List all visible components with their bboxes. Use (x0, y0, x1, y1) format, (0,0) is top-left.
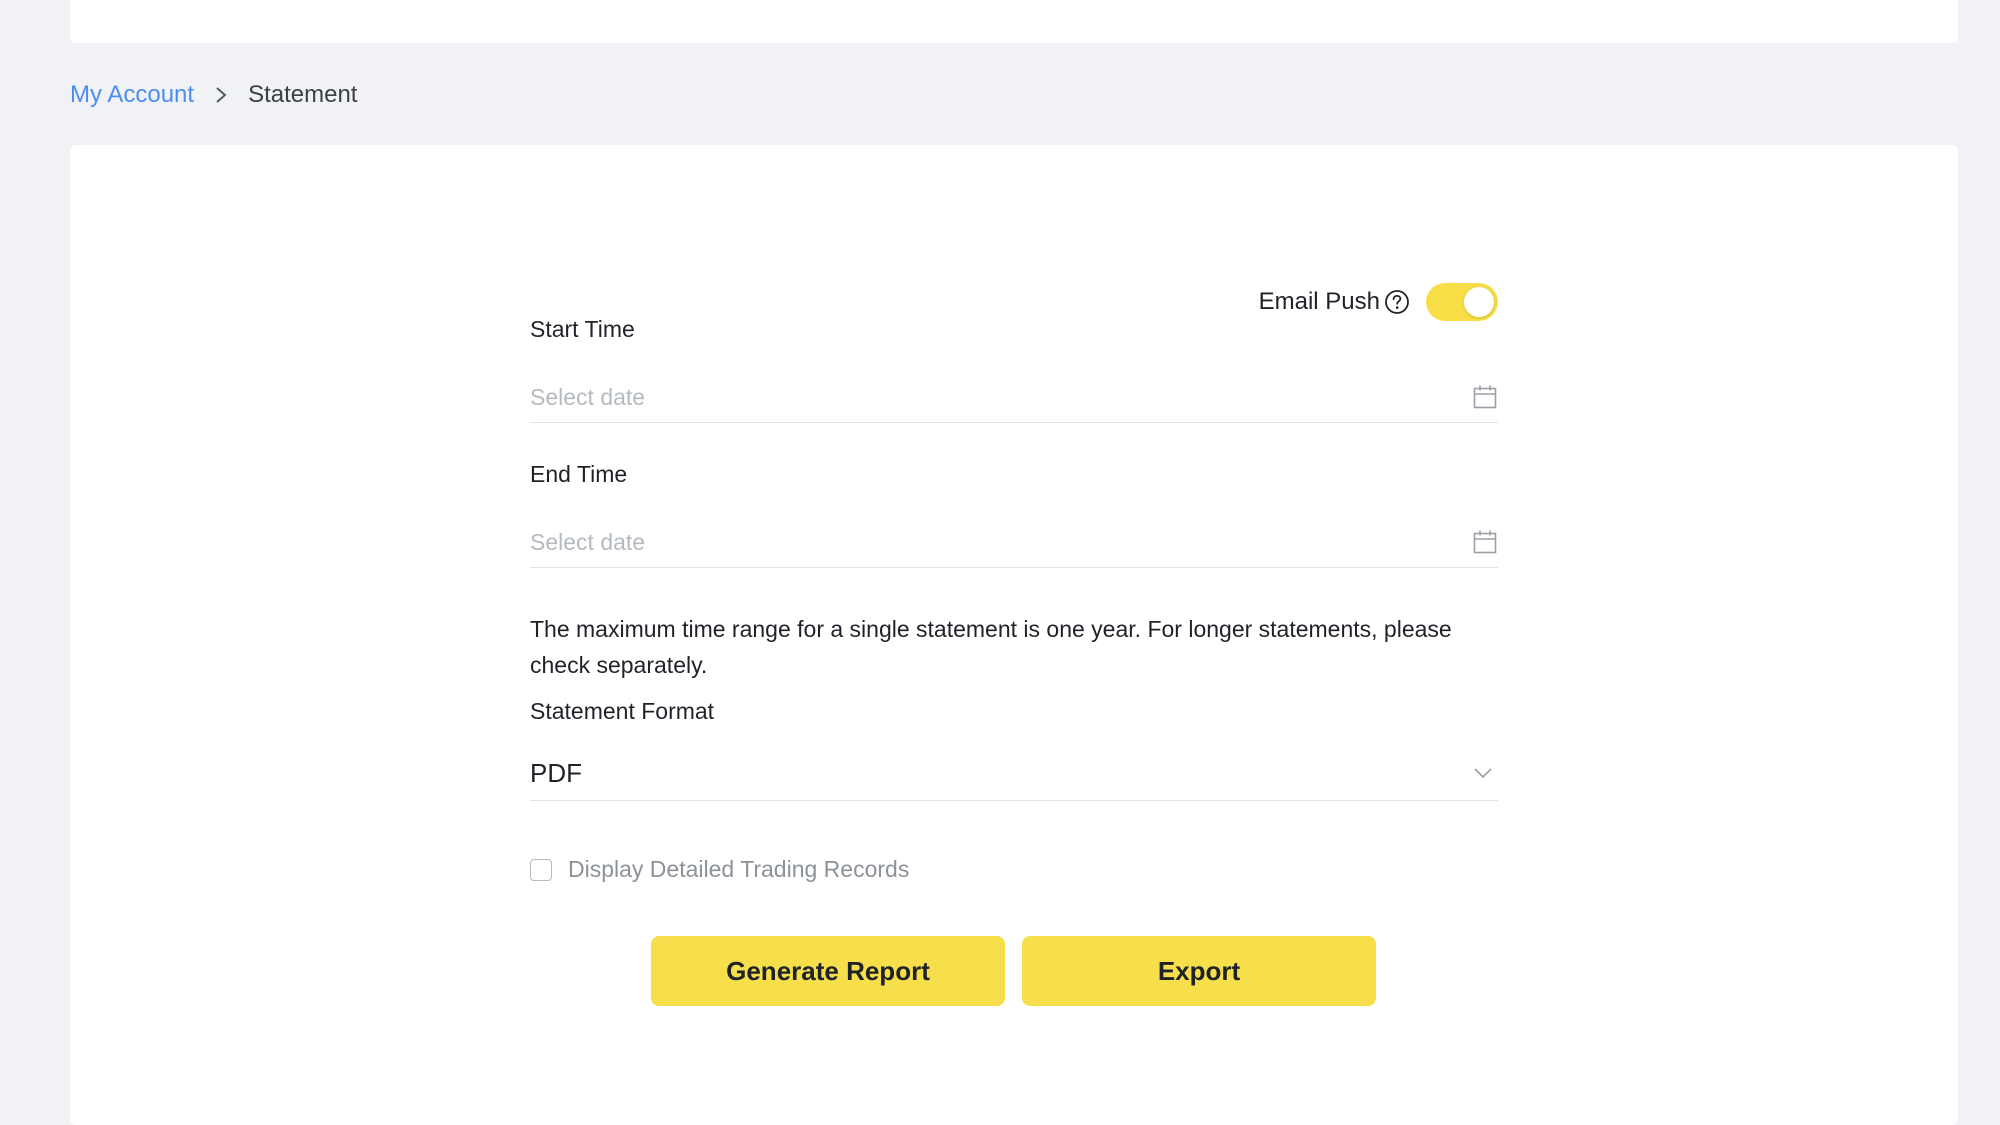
detailed-records-checkbox[interactable] (530, 858, 552, 881)
time-range-notice: The maximum time range for a single stat… (530, 616, 1452, 678)
breadcrumb-my-account-link[interactable]: My Account (70, 81, 194, 109)
detailed-records-label: Display Detailed Trading Records (568, 856, 910, 882)
statement-format-select[interactable]: PDF (530, 746, 1498, 801)
email-push-label: Email Push (1258, 288, 1380, 315)
calendar-icon[interactable] (1472, 529, 1498, 555)
start-time-label: Start Time (530, 316, 635, 342)
breadcrumb: My Account Statement (70, 78, 357, 112)
end-time-label: End Time (530, 461, 628, 487)
statement-format-value: PDF (530, 757, 582, 788)
email-push-row: Email Push (1259, 280, 1498, 324)
top-header-panel (70, 0, 1958, 43)
statement-card: Email Push Start Time Select date End Ti… (70, 145, 1958, 1125)
toggle-knob (1464, 287, 1494, 317)
chevron-down-icon[interactable] (1472, 762, 1494, 784)
detailed-records-option[interactable]: Display Detailed Trading Records (530, 856, 909, 883)
statement-format-label: Statement Format (530, 698, 715, 724)
calendar-icon[interactable] (1472, 384, 1498, 410)
email-push-toggle[interactable] (1426, 283, 1498, 321)
breadcrumb-current: Statement (248, 81, 358, 108)
start-time-placeholder: Select date (530, 383, 646, 410)
export-button[interactable]: Export (1022, 936, 1376, 1006)
end-time-field[interactable]: Select date (530, 517, 1498, 568)
chevron-right-icon (214, 85, 228, 105)
start-time-field[interactable]: Select date (530, 372, 1498, 423)
end-time-placeholder: Select date (530, 528, 646, 555)
generate-report-button[interactable]: Generate Report (651, 936, 1005, 1006)
help-circle-icon[interactable] (1384, 289, 1410, 315)
